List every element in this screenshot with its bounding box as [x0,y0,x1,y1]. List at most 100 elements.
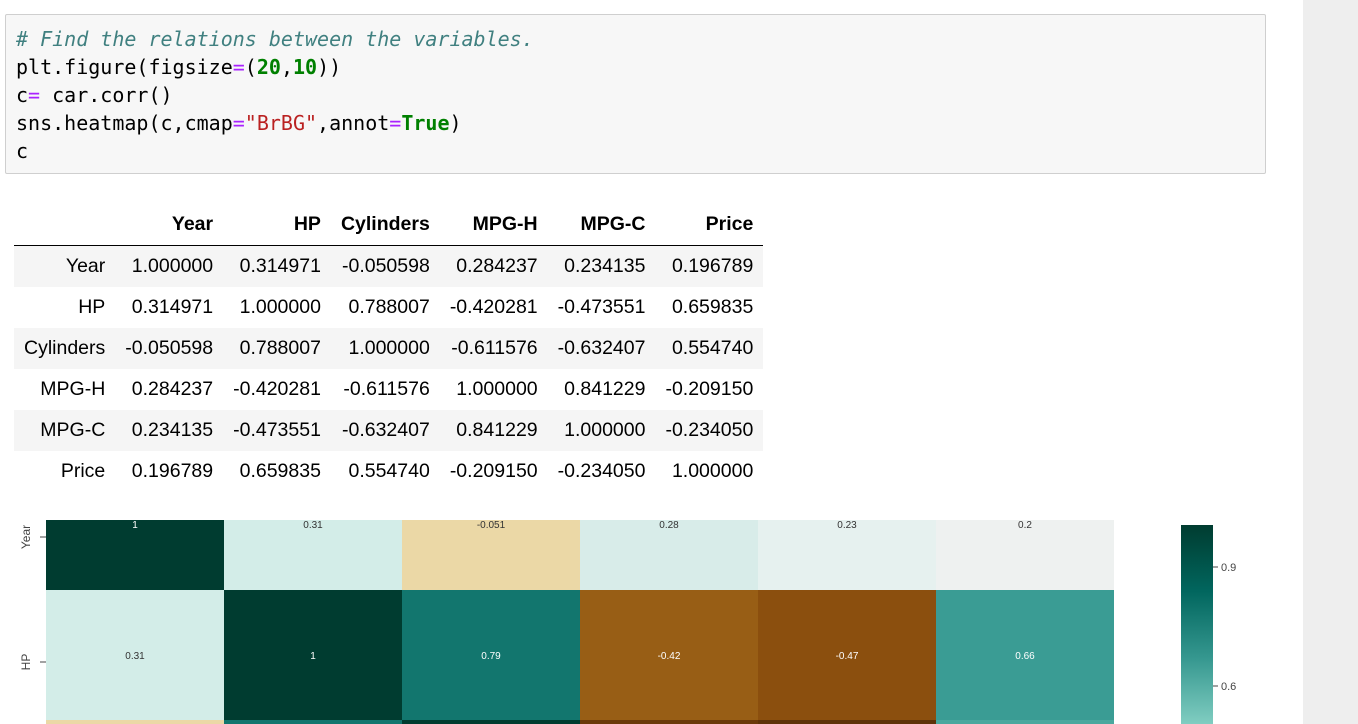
table-cell: 0.554740 [348,460,430,482]
colorbar-tick-label: 0.6 [1221,681,1236,693]
table-cell: 0.659835 [239,460,321,482]
table-cell: 0.841229 [564,378,646,400]
table-cell: 1.000000 [564,419,646,441]
heatmap-row-label: HP [19,654,33,671]
row-label: MPG-C [40,419,106,441]
colorbar [1181,525,1213,724]
table-header-row: Year HP Cylinders MPG-H MPG-C Price [14,204,764,246]
table-cell: 1.000000 [239,296,321,318]
table-cell: 1.000000 [131,255,214,277]
heatmap-annotation: 0.66 [1015,651,1035,662]
table-cell: -0.473551 [557,296,646,318]
heatmap-figure: 1 0.31 -0.051 0.28 0.23 0.2 0.31 1 0.79 -0.42 -0.4… [0,500,1300,724]
heatmap-cell [758,720,936,724]
code-token: sns.heatmap(c,cmap [16,111,233,135]
table-cell: 0.284237 [131,378,214,400]
code-token: "BrBG" [244,111,318,135]
heatmap-chart: 1 0.31 -0.051 0.28 0.23 0.2 0.31 1 0.79 -0.42 -0.4… [19,520,1236,724]
heatmap-annotation: -0.051 [477,520,506,531]
code-token: ( [244,55,257,79]
heatmap-annotation: 0.23 [837,520,857,531]
table-cell: 0.841229 [456,419,538,441]
table-cell: -0.473551 [233,419,321,441]
row-label: Price [60,460,106,482]
column-header: Price [655,204,764,246]
table-cell: -0.050598 [125,337,214,359]
colorbar-tick-label: 0.9 [1221,562,1236,574]
code-token: 20 [256,55,281,79]
table-cell: 1.000000 [671,460,754,482]
row-label: Year [65,255,106,277]
table-row: Price 0.196789 0.659835 0.554740 -0.209150 -0… [14,451,763,492]
heatmap-annotation: 1 [132,520,138,531]
table-cell: -0.050598 [341,255,430,277]
code-token: = [232,111,245,135]
table-cell: 0.788007 [348,296,430,318]
code-line: c [16,139,28,163]
code-token: c [16,83,29,107]
code-line: c= car.corr() [16,83,173,107]
code-token: ) [449,111,462,135]
code-token: car.corr() [40,83,173,107]
heatmap-cell [936,720,1114,724]
heatmap-annotation: 0.31 [303,520,323,531]
heatmap-annotation: 0.31 [125,651,145,662]
table-cell: -0.209150 [665,378,754,400]
heatmap-cell [580,720,758,724]
code-token: ,annot [317,111,390,135]
heatmap-annotation: -0.47 [836,651,859,662]
heatmap-row-label: Year [19,525,33,549]
table-cell: -0.209150 [449,460,538,482]
code-token: # Find the relations between the variabl… [16,27,534,51]
heatmap-annotation: -0.42 [658,651,681,662]
code-token: )) [317,55,342,79]
row-label: HP [78,296,106,318]
column-header: MPG-H [439,204,548,246]
code-token: = [232,55,245,79]
code-token: c [16,139,29,163]
table-cell: 0.314971 [239,255,321,277]
table-cell: -0.611576 [343,378,430,400]
scrollbar-gutter[interactable] [1303,0,1358,724]
correlation-table: Year HP Cylinders MPG-H MPG-C Price Year 1.000… [14,204,764,492]
table-cell: 1.000000 [348,337,430,359]
table-cell: 0.234135 [131,419,214,441]
table-cell: -0.234050 [665,419,754,441]
row-label: Cylinders [24,337,106,359]
column-header: MPG-C [547,204,656,246]
table-row: Year 1.000000 0.314971 -0.050598 0.284237 0.2… [14,245,764,287]
table-cell: 0.196789 [671,255,754,277]
table-row: HP 0.314971 1.000000 0.788007 -0.420281 -0.47… [14,287,763,328]
table-cell: 0.314971 [131,296,214,318]
code-line: plt.figure(figsize=(20,10)) [16,55,341,79]
table-cell: 0.554740 [671,337,754,359]
table-row: Cylinders -0.050598 0.788007 1.000000 -0.611… [14,328,764,369]
table-corner-cell [14,204,116,246]
table-cell: 0.284237 [456,255,538,277]
heatmap-annotation: 1 [310,651,316,662]
code-cell[interactable]: # Find the relations between the variabl… [5,14,1266,174]
heatmap-annotation: 0.28 [659,520,679,531]
table-cell: -0.611576 [451,337,538,359]
column-header: HP [223,204,331,246]
table-cell: -0.420281 [233,378,321,400]
table-cell: 0.788007 [239,337,321,359]
code-token: = [389,111,402,135]
table-cell: 0.659835 [671,296,754,318]
table-row: MPG-H 0.284237 -0.420281 -0.611576 1.000000 0… [14,369,763,410]
heatmap-cell [224,720,402,724]
table-cell: 0.234135 [564,255,646,277]
code-line: sns.heatmap(c,cmap="BrBG",annot=True) [16,111,462,135]
table-cell: -0.632407 [557,337,646,359]
table-cell: 1.000000 [456,378,538,400]
column-header: Year [115,204,224,246]
table-cell: -0.234050 [557,460,646,482]
code-editor[interactable]: # Find the relations between the variabl… [16,25,534,165]
code-token: plt.figure(figsize [16,55,233,79]
column-header: Cylinders [330,204,440,246]
code-token: 10 [292,55,318,79]
code-line: # Find the relations between the variabl… [16,27,534,51]
table-cell: -0.420281 [449,296,538,318]
code-token: = [28,83,41,107]
heatmap-annotation: 0.2 [1018,520,1032,531]
